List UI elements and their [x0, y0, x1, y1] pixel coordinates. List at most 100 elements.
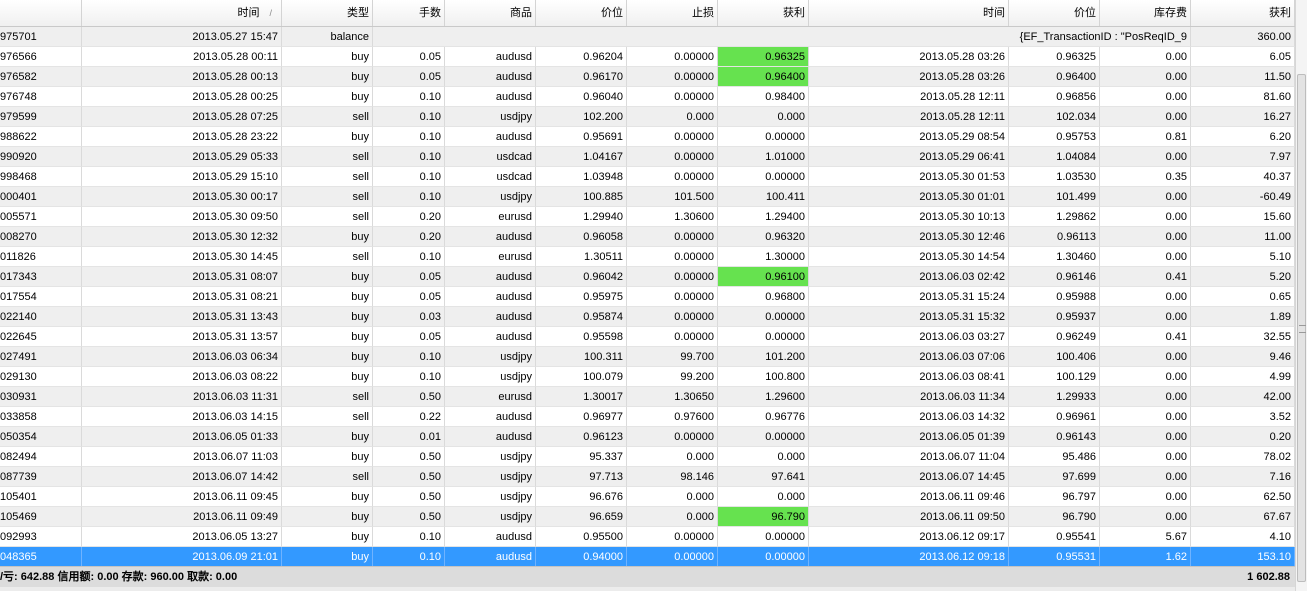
cell-close-price: 0.96400: [1009, 67, 1100, 87]
header-open-price[interactable]: 价位: [536, 0, 627, 26]
cell-type: sell: [282, 107, 373, 127]
cell-comment: {EF_TransactionID : "PosReqID_9: [373, 27, 1191, 47]
table-row[interactable]: 000401 2013.05.30 00:17 sell 0.10 usdjpy 100.…: [0, 187, 1295, 207]
cell-open-time: 2013.05.31 08:21: [82, 287, 282, 307]
header-take-profit[interactable]: 获利: [718, 0, 809, 26]
cell-profit: 5.20: [1191, 267, 1295, 287]
table-row[interactable]: 050354 2013.06.05 01:33 buy 0.01 audusd 0.961…: [0, 427, 1295, 447]
cell-stop-loss: 0.00000: [627, 327, 718, 347]
cell-open-price: 100.885: [536, 187, 627, 207]
cell-profit: 6.20: [1191, 127, 1295, 147]
cell-take-profit: 1.01000: [718, 147, 809, 167]
cell-open-price: 100.079: [536, 367, 627, 387]
table-row[interactable]: 998468 2013.05.29 15:10 sell 0.10 usdcad 1.03…: [0, 167, 1295, 187]
cell-open-price: 1.04167: [536, 147, 627, 167]
header-open-time[interactable]: 时间 /: [82, 0, 282, 26]
table-row[interactable]: 017343 2013.05.31 08:07 buy 0.05 audusd 0.960…: [0, 267, 1295, 287]
cell-symbol: audusd: [445, 327, 536, 347]
cell-lots: 0.10: [373, 367, 445, 387]
table-row[interactable]: 027491 2013.06.03 06:34 buy 0.10 usdjpy 100.3…: [0, 347, 1295, 367]
table-row[interactable]: 022140 2013.05.31 13:43 buy 0.03 audusd 0.958…: [0, 307, 1295, 327]
cell-type: buy: [282, 507, 373, 527]
table-row[interactable]: 092993 2013.06.05 13:27 buy 0.10 audusd 0.955…: [0, 527, 1295, 547]
cell-take-profit: 0.96325: [718, 47, 809, 67]
header-swap[interactable]: 库存费: [1100, 0, 1191, 26]
cell-open-time: 2013.05.28 23:22: [82, 127, 282, 147]
cell-type: sell: [282, 467, 373, 487]
cell-open-time: 2013.06.07 11:03: [82, 447, 282, 467]
table-row[interactable]: 990920 2013.05.29 05:33 sell 0.10 usdcad 1.04…: [0, 147, 1295, 167]
table-row[interactable]: 979599 2013.05.28 07:25 sell 0.10 usdjpy 102.…: [0, 107, 1295, 127]
cell-profit: 0.20: [1191, 427, 1295, 447]
table-row[interactable]: 105469 2013.06.11 09:49 buy 0.50 usdjpy 96.65…: [0, 507, 1295, 527]
cell-close-price: 0.95531: [1009, 547, 1100, 567]
cell-ticket: 011826: [0, 247, 82, 267]
cell-close-price: 95.486: [1009, 447, 1100, 467]
cell-swap: 0.00: [1100, 247, 1191, 267]
cell-open-time: 2013.06.03 08:22: [82, 367, 282, 387]
table-row[interactable]: 082494 2013.06.07 11:03 buy 0.50 usdjpy 95.33…: [0, 447, 1295, 467]
header-close-price[interactable]: 价位: [1009, 0, 1100, 26]
cell-ticket: 988622: [0, 127, 82, 147]
cell-swap: 0.00: [1100, 87, 1191, 107]
table-row[interactable]: 005571 2013.05.30 09:50 sell 0.20 eurusd 1.29…: [0, 207, 1295, 227]
table-row[interactable]: 033858 2013.06.03 14:15 sell 0.22 audusd 0.96…: [0, 407, 1295, 427]
cell-close-price: 1.29862: [1009, 207, 1100, 227]
cell-type: buy: [282, 367, 373, 387]
scrollbar-thumb[interactable]: [1297, 74, 1306, 582]
cell-type: balance: [282, 27, 373, 47]
cell-ticket: 017343: [0, 267, 82, 287]
cell-symbol: audusd: [445, 307, 536, 327]
scrollbar-grip-icon: [1299, 325, 1306, 333]
table-row[interactable]: 976582 2013.05.28 00:13 buy 0.05 audusd 0.961…: [0, 67, 1295, 87]
table-row[interactable]: 976566 2013.05.28 00:11 buy 0.05 audusd 0.962…: [0, 47, 1295, 67]
header-lots[interactable]: 手数: [373, 0, 445, 26]
cell-close-price: 100.406: [1009, 347, 1100, 367]
vertical-scrollbar[interactable]: [1295, 0, 1307, 591]
cell-close-time: 2013.06.03 02:42: [809, 267, 1009, 287]
table-row[interactable]: 008270 2013.05.30 12:32 buy 0.20 audusd 0.960…: [0, 227, 1295, 247]
cell-type: sell: [282, 187, 373, 207]
cell-swap: 0.35: [1100, 167, 1191, 187]
cell-open-price: 96.659: [536, 507, 627, 527]
cell-profit: 15.60: [1191, 207, 1295, 227]
table-row[interactable]: 029130 2013.06.03 08:22 buy 0.10 usdjpy 100.0…: [0, 367, 1295, 387]
header-close-time[interactable]: 时间: [809, 0, 1009, 26]
header-ticket[interactable]: [0, 0, 82, 26]
cell-close-price: 0.95937: [1009, 307, 1100, 327]
table-row[interactable]: 030931 2013.06.03 11:31 sell 0.50 eurusd 1.30…: [0, 387, 1295, 407]
table-row[interactable]: 105401 2013.06.11 09:45 buy 0.50 usdjpy 96.67…: [0, 487, 1295, 507]
cell-open-price: 0.95598: [536, 327, 627, 347]
table-row[interactable]: 011826 2013.05.30 14:45 sell 0.10 eurusd 1.30…: [0, 247, 1295, 267]
table-row[interactable]: 022645 2013.05.31 13:57 buy 0.05 audusd 0.955…: [0, 327, 1295, 347]
cell-close-price: 0.95988: [1009, 287, 1100, 307]
cell-type: buy: [282, 427, 373, 447]
header-symbol[interactable]: 商品: [445, 0, 536, 26]
table-row[interactable]: 087739 2013.06.07 14:42 sell 0.50 usdjpy 97.7…: [0, 467, 1295, 487]
table-row[interactable]: 017554 2013.05.31 08:21 buy 0.05 audusd 0.959…: [0, 287, 1295, 307]
header-stop-loss[interactable]: 止损: [627, 0, 718, 26]
horizontal-scrollbar[interactable]: [0, 587, 1295, 591]
table-row-selected[interactable]: 048365 2013.06.09 21:01 buy 0.10 audusd 0.940…: [0, 547, 1295, 567]
cell-lots: 0.20: [373, 227, 445, 247]
cell-symbol: audusd: [445, 407, 536, 427]
table-row[interactable]: 976748 2013.05.28 00:25 buy 0.10 audusd 0.960…: [0, 87, 1295, 107]
cell-take-profit: 0.000: [718, 107, 809, 127]
cell-lots: 0.10: [373, 187, 445, 207]
cell-lots: 0.03: [373, 307, 445, 327]
cell-symbol: usdjpy: [445, 487, 536, 507]
cell-ticket: 029130: [0, 367, 82, 387]
header-type[interactable]: 类型: [282, 0, 373, 26]
table-row[interactable]: 988622 2013.05.28 23:22 buy 0.10 audusd 0.956…: [0, 127, 1295, 147]
cell-close-time: 2013.05.28 03:26: [809, 67, 1009, 87]
table-row[interactable]: 975701 2013.05.27 15:47 balance {EF_Transac…: [0, 27, 1295, 47]
cell-stop-loss: 0.00000: [627, 307, 718, 327]
cell-profit: -60.49: [1191, 187, 1295, 207]
cell-lots: 0.10: [373, 147, 445, 167]
cell-swap: 0.00: [1100, 447, 1191, 467]
cell-profit: 1.89: [1191, 307, 1295, 327]
cell-lots: 0.10: [373, 547, 445, 567]
cell-open-price: 0.96204: [536, 47, 627, 67]
header-profit[interactable]: 获利: [1191, 0, 1295, 26]
cell-open-price: 1.03948: [536, 167, 627, 187]
